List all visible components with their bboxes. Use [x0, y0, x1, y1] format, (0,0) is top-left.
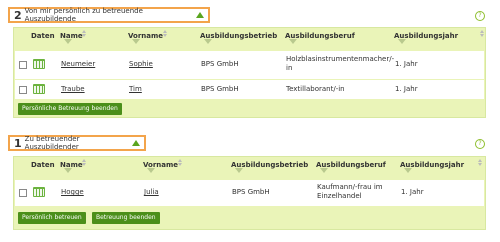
col-jahr[interactable]: Ausbildungsjahr	[394, 28, 484, 44]
row-checkbox[interactable]	[19, 189, 27, 197]
col-beruf[interactable]: Ausbildungsberuf	[316, 157, 386, 173]
row-checkbox[interactable]	[19, 61, 27, 69]
personally-care-button[interactable]: Persönlich betreuen	[18, 212, 86, 224]
sort-icon[interactable]	[82, 30, 86, 38]
table-row[interactable]: Neumeier Sophie BPS GmbH Holzblasinstrum…	[15, 51, 484, 79]
section-count: 2	[14, 8, 22, 22]
col-jahr[interactable]: Ausbildungsjahr	[400, 157, 482, 173]
filter-icon[interactable]	[398, 39, 406, 44]
calendar-icon[interactable]	[33, 187, 45, 197]
table-panel-zu-betreuend: Daten Name Vorname Ausbildungsbetrieb Au…	[13, 156, 486, 230]
table-header: Daten Name Vorname Ausbildungsbetrieb Au…	[14, 157, 485, 179]
sort-icon[interactable]	[478, 159, 482, 167]
col-vorname[interactable]: Vorname	[128, 28, 167, 44]
calendar-icon[interactable]	[33, 84, 45, 94]
col-beruf[interactable]: Ausbildungsberuf	[285, 28, 355, 44]
col-vorname[interactable]: Vorname	[143, 157, 182, 173]
cell-vorname[interactable]: Tim	[129, 85, 142, 94]
cell-beruf: Holzblasinstrumentenmacher/-in	[286, 55, 395, 72]
table-row[interactable]: Hogge Julia BPS GmbH Kaufmann/-frau im E…	[15, 180, 484, 206]
collapse-triangle-icon[interactable]	[132, 140, 140, 146]
filter-icon[interactable]	[132, 39, 140, 44]
end-personal-care-button[interactable]: Persönliche Betreuung beenden	[18, 103, 122, 115]
cell-beruf: Kaufmann/-frau im Einzelhandel	[317, 183, 383, 200]
cell-name[interactable]: Traube	[61, 85, 85, 94]
collapse-triangle-icon[interactable]	[196, 12, 204, 18]
cell-jahr: 1. Jahr	[395, 85, 418, 93]
end-care-button[interactable]: Betreuung beenden	[92, 212, 160, 224]
cell-betrieb: BPS GmbH	[201, 85, 239, 93]
filter-icon[interactable]	[64, 168, 72, 173]
section-header-zu-betreuend[interactable]: 1 Zu betreuender Auszubildender	[8, 135, 146, 151]
table-panel-persoenlich: Daten Name Vorname Ausbildungsbetrieb Au…	[13, 27, 486, 118]
cell-vorname[interactable]: Sophie	[129, 60, 153, 69]
cell-name[interactable]: Hogge	[61, 188, 84, 197]
section-title: Von mir persönlich zu betreuende Auszubi…	[24, 7, 143, 23]
section-count: 1	[14, 136, 22, 150]
sort-icon[interactable]	[480, 30, 484, 38]
col-name[interactable]: Name	[60, 157, 86, 173]
col-daten[interactable]: Daten	[31, 28, 55, 40]
cell-betrieb: BPS GmbH	[201, 60, 239, 68]
cell-beruf: Textillaborant/-in	[286, 85, 345, 93]
filter-icon[interactable]	[235, 168, 243, 173]
filter-icon[interactable]	[404, 168, 412, 173]
col-betrieb[interactable]: Ausbildungsbetrieb	[200, 28, 277, 44]
filter-icon[interactable]	[147, 168, 155, 173]
filter-icon[interactable]	[320, 168, 328, 173]
help-icon[interactable]: ?	[475, 11, 485, 21]
col-daten[interactable]: Daten	[31, 157, 55, 169]
filter-icon[interactable]	[64, 39, 72, 44]
calendar-icon[interactable]	[33, 59, 45, 69]
row-checkbox[interactable]	[19, 86, 27, 94]
help-icon[interactable]: ?	[475, 139, 485, 149]
filter-icon[interactable]	[204, 39, 212, 44]
section-header-persoenlich[interactable]: 2 Von mir persönlich zu betreuende Auszu…	[8, 7, 210, 23]
table-header: Daten Name Vorname Ausbildungsbetrieb Au…	[14, 28, 485, 50]
sort-icon[interactable]	[82, 159, 86, 167]
cell-name[interactable]: Neumeier	[61, 60, 95, 69]
sort-icon[interactable]	[163, 30, 167, 38]
cell-jahr: 1. Jahr	[401, 188, 424, 196]
section-title: Zu betreuender Auszubildender	[24, 135, 80, 151]
cell-vorname[interactable]: Julia	[144, 188, 159, 197]
table-row[interactable]: Traube Tim BPS GmbH Textillaborant/-in 1…	[15, 80, 484, 99]
col-name[interactable]: Name	[60, 28, 86, 44]
filter-icon[interactable]	[289, 39, 297, 44]
cell-jahr: 1. Jahr	[395, 60, 418, 68]
cell-betrieb: BPS GmbH	[232, 188, 270, 196]
sort-icon[interactable]	[178, 159, 182, 167]
col-betrieb[interactable]: Ausbildungsbetrieb	[231, 157, 308, 173]
